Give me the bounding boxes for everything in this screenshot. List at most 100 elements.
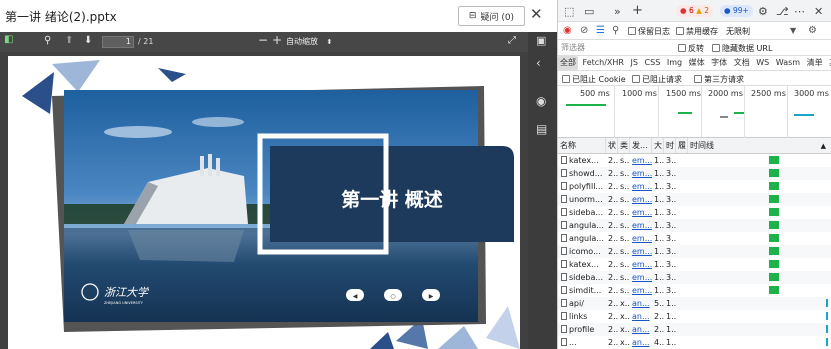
slide-nav-prev-button[interactable]: ◀ [346, 289, 364, 301]
request-initiator[interactable]: em... [632, 193, 652, 206]
clear-icon[interactable]: ⊘ [580, 25, 588, 36]
filter-input[interactable]: 筛选器 [561, 42, 671, 54]
type-tab-media[interactable]: 媒体 [687, 56, 707, 70]
zoom-in-icon[interactable]: + [272, 33, 282, 47]
close-icon[interactable]: ✕ [530, 5, 543, 23]
info-badge[interactable]: ● 99+ [720, 5, 753, 17]
slide-nav-next-button[interactable]: ▶ [422, 289, 440, 301]
table-row[interactable]: angula... 2...s...em...1...3... [558, 219, 831, 232]
question-button[interactable]: ⊟ 疑问 (0) [458, 6, 525, 26]
disable-cache-checkbox[interactable]: 禁用缓存 [676, 26, 718, 37]
warning-count: 2 [704, 6, 710, 15]
type-tab-css[interactable]: CSS [643, 56, 663, 70]
more-tabs-icon[interactable]: » [614, 5, 621, 18]
remote-devices-icon[interactable]: ⎇ [776, 5, 789, 18]
panel-toggle-icon[interactable]: ▣ [536, 34, 546, 47]
request-initiator[interactable]: an... [632, 310, 652, 323]
table-row[interactable]: katex... 2...s...em...1...3... [558, 154, 831, 167]
notes-icon[interactable]: ▤ [536, 122, 547, 136]
record-icon[interactable]: ◉ [563, 25, 572, 36]
page-down-icon[interactable]: ⬇ [84, 35, 92, 46]
inspect-icon[interactable]: ⬚ [564, 5, 574, 18]
table-row[interactable]: angula... 2...s...em...1...3... [558, 232, 831, 245]
col-priority[interactable]: 履 [676, 138, 688, 153]
page-up-icon[interactable]: ⬆ [65, 35, 73, 46]
type-tab-ws[interactable]: WS [754, 56, 771, 70]
request-initiator[interactable]: em... [632, 154, 652, 167]
close-devtools-icon[interactable]: ✕ [814, 5, 823, 18]
filter-icon[interactable]: ☰ [596, 25, 605, 36]
table-row[interactable]: icomo... 2...s...em...1...3... [558, 245, 831, 258]
page-number-input[interactable]: 1 [102, 36, 134, 48]
request-initiator[interactable]: em... [632, 167, 652, 180]
throttle-select[interactable]: 无限制 [726, 26, 750, 37]
table-row[interactable]: katex... 2...s...em...1...3... [558, 258, 831, 271]
request-initiator[interactable]: an... [632, 297, 652, 310]
request-initiator[interactable]: em... [632, 245, 652, 258]
logo-text: 浙江大学 [104, 286, 150, 299]
request-initiator[interactable]: em... [632, 206, 652, 219]
table-row[interactable]: sideba... 2...s...em...1...3... [558, 206, 831, 219]
table-row[interactable]: unorm... 2...s...em...1...3... [558, 193, 831, 206]
col-waterfall[interactable]: 时间线 ▲ [688, 138, 831, 153]
type-tab-doc[interactable]: 文档 [732, 56, 752, 70]
third-party-checkbox[interactable]: 第三方请求 [694, 74, 744, 85]
request-initiator[interactable]: em... [632, 180, 652, 193]
slide-nav-home-button[interactable]: ○ [384, 289, 402, 301]
request-name-text: angula... [569, 221, 604, 230]
add-tab-icon[interactable]: + [632, 3, 643, 18]
col-name[interactable]: 名称 [558, 138, 606, 153]
sidebar-toggle-icon[interactable]: ◧ [4, 34, 13, 45]
table-row[interactable]: simdit... 2...s...em...1...3... [558, 284, 831, 297]
network-conditions-icon[interactable]: ⚙ [808, 25, 817, 36]
type-tab-other[interactable]: 其他 [827, 56, 831, 70]
type-tab-img[interactable]: Img [665, 56, 684, 70]
table-row[interactable]: showd... 2...s...em...1...3... [558, 167, 831, 180]
throttle-chevron-icon[interactable]: ▼ [790, 26, 796, 35]
type-tab-manifest[interactable]: 清单 [805, 56, 825, 70]
hide-data-urls-checkbox[interactable]: 隐藏数据 URL [712, 43, 772, 54]
network-overview[interactable]: 500 ms 1000 ms 1500 ms 2000 ms 2500 ms 3… [558, 86, 831, 138]
blocked-cookies-checkbox[interactable]: 已阻止 Cookie [562, 74, 626, 85]
table-row[interactable]: api/2...x...an...5...1... [558, 297, 831, 310]
col-type[interactable]: 类 [618, 138, 630, 153]
search-icon[interactable]: ⚲ [612, 25, 619, 36]
more-options-icon[interactable]: ⋯ [794, 5, 805, 18]
request-initiator[interactable]: em... [632, 232, 652, 245]
type-tab-wasm[interactable]: Wasm [774, 56, 802, 70]
request-initiator[interactable]: em... [632, 258, 652, 271]
preserve-log-checkbox[interactable]: 保留日志 [628, 26, 670, 37]
eye-icon[interactable]: ◉ [536, 94, 546, 108]
invert-checkbox[interactable]: 反转 [678, 43, 704, 54]
request-size: 1... [654, 234, 664, 243]
table-row[interactable]: polyfill... 2...s...em...1...3... [558, 180, 831, 193]
request-initiator[interactable]: em... [632, 271, 652, 284]
col-status[interactable]: 状 [606, 138, 618, 153]
device-toolbar-icon[interactable]: ▭ [584, 5, 594, 18]
type-tab-all[interactable]: 全部 [558, 56, 578, 70]
table-row[interactable]: profile2...x...an...2...1... [558, 323, 831, 336]
request-initiator[interactable]: an... [632, 336, 652, 349]
type-tab-font[interactable]: 字体 [709, 56, 729, 70]
search-icon[interactable]: ⚲ [44, 35, 51, 46]
request-initiator[interactable]: an... [632, 323, 652, 336]
table-row[interactable]: links2...x...an...2...1... [558, 310, 831, 323]
fullscreen-icon[interactable]: ⤢ [508, 35, 516, 46]
zoom-out-icon[interactable]: − [258, 33, 268, 47]
blocked-requests-checkbox[interactable]: 已阻止请求 [632, 74, 682, 85]
request-initiator[interactable]: em... [632, 219, 652, 232]
request-initiator[interactable]: em... [632, 284, 652, 297]
chevron-left-icon[interactable]: ‹ [536, 56, 541, 70]
error-warning-badge[interactable]: ● 6 ▲ 2 [676, 5, 714, 17]
col-size[interactable]: 大 [652, 138, 664, 153]
timeline-activity [720, 116, 728, 118]
settings-icon[interactable]: ⚙ [758, 5, 768, 18]
table-row[interactable]: sideba... 2...s...em...1...3... [558, 271, 831, 284]
col-initiator[interactable]: 发... [630, 138, 652, 153]
col-time[interactable]: 时 [664, 138, 676, 153]
table-row[interactable]: ... 2...x...an...4...1... [558, 336, 831, 349]
request-name: icomo... [561, 245, 606, 258]
zoom-select[interactable]: 自动缩放 ⬍ [286, 36, 332, 47]
type-tab-js[interactable]: JS [629, 56, 640, 70]
type-tab-fetch[interactable]: Fetch/XHR [581, 56, 626, 70]
